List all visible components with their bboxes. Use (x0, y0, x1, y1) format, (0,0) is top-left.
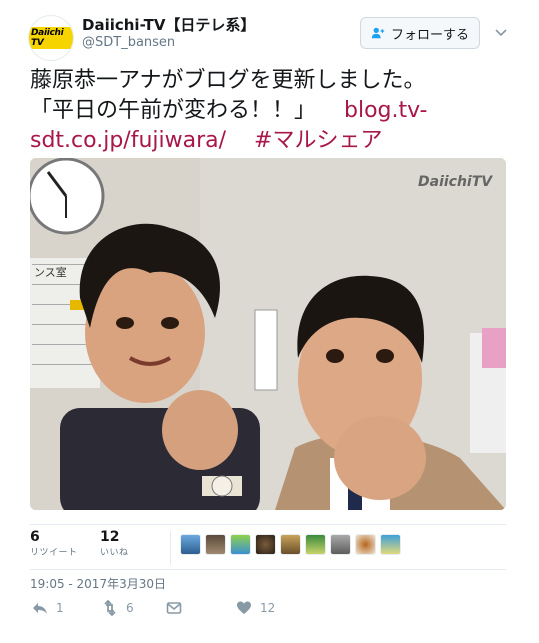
photo-watermark: DaiichiTV (418, 174, 493, 190)
reply-count: 1 (56, 601, 64, 615)
tweet-timestamp[interactable]: 19:05 - 2017年3月30日 (30, 575, 166, 592)
liker-avatar[interactable] (280, 534, 301, 555)
retweets-count: 6 (30, 529, 40, 545)
person-add-icon (371, 27, 385, 39)
direct-message-button[interactable] (166, 600, 182, 616)
likes-stat[interactable]: 12 いいね (100, 529, 129, 558)
display-name[interactable]: Daiichi-TV【日テレ系】 (82, 14, 255, 35)
retweets-stat[interactable]: 6 リツイート (30, 529, 78, 558)
follow-button[interactable]: フォローする (360, 17, 480, 49)
like-button[interactable]: 12 (236, 600, 275, 616)
stats-divider (170, 531, 171, 565)
liker-avatar[interactable] (380, 534, 401, 555)
follow-label: フォローする (390, 27, 469, 43)
liker-avatar[interactable] (330, 534, 351, 555)
tweet-stats: 6 リツイート 12 いいね (30, 524, 506, 570)
tweet-text: 藤原恭一アナがブログを更新しました。 「平日の午前が変わる！！」 blog.tv… (30, 66, 510, 156)
direct-message-icon (166, 602, 182, 614)
liker-avatar[interactable] (355, 534, 376, 555)
liker-avatar[interactable] (255, 534, 276, 555)
tweet-header: Daiichi TV Daiichi-TV【日テレ系】 @SDT_bansen … (0, 0, 539, 61)
likes-label: いいね (100, 548, 129, 558)
like-count: 12 (260, 601, 276, 615)
chevron-down-icon[interactable] (494, 26, 508, 40)
avatar[interactable]: Daiichi TV (28, 15, 74, 61)
liker-avatar[interactable] (230, 534, 251, 555)
retweets-label: リツイート (30, 548, 78, 558)
likes-count: 12 (100, 529, 120, 545)
photo-illustration: DaiichiTV (30, 158, 506, 510)
reply-button[interactable]: 1 (32, 600, 64, 616)
liker-avatar[interactable] (205, 534, 226, 555)
hashtag-link[interactable]: #マルシェア (254, 128, 382, 153)
tweet-actions: 1 6 12 (30, 600, 506, 620)
retweet-icon (104, 600, 116, 616)
tweet-text-line1: 藤原恭一アナがブログを更新しました。 (30, 68, 426, 93)
retweet-count: 6 (126, 601, 134, 615)
retweet-button[interactable]: 6 (102, 600, 134, 616)
liker-avatar[interactable] (180, 534, 201, 555)
handle[interactable]: @SDT_bansen (82, 35, 175, 50)
heart-icon (237, 601, 251, 614)
likers-avatars (180, 534, 401, 555)
liker-avatar[interactable] (305, 534, 326, 555)
reply-icon (33, 603, 47, 614)
tweet-photo[interactable]: DaiichiTV ンス室 (30, 158, 506, 510)
tweet-text-line2: 「平日の午前が変わる！！」 (30, 98, 317, 123)
avatar-logo: Daiichi TV (29, 27, 73, 49)
photo-sign-text: ンス室 (34, 266, 67, 279)
